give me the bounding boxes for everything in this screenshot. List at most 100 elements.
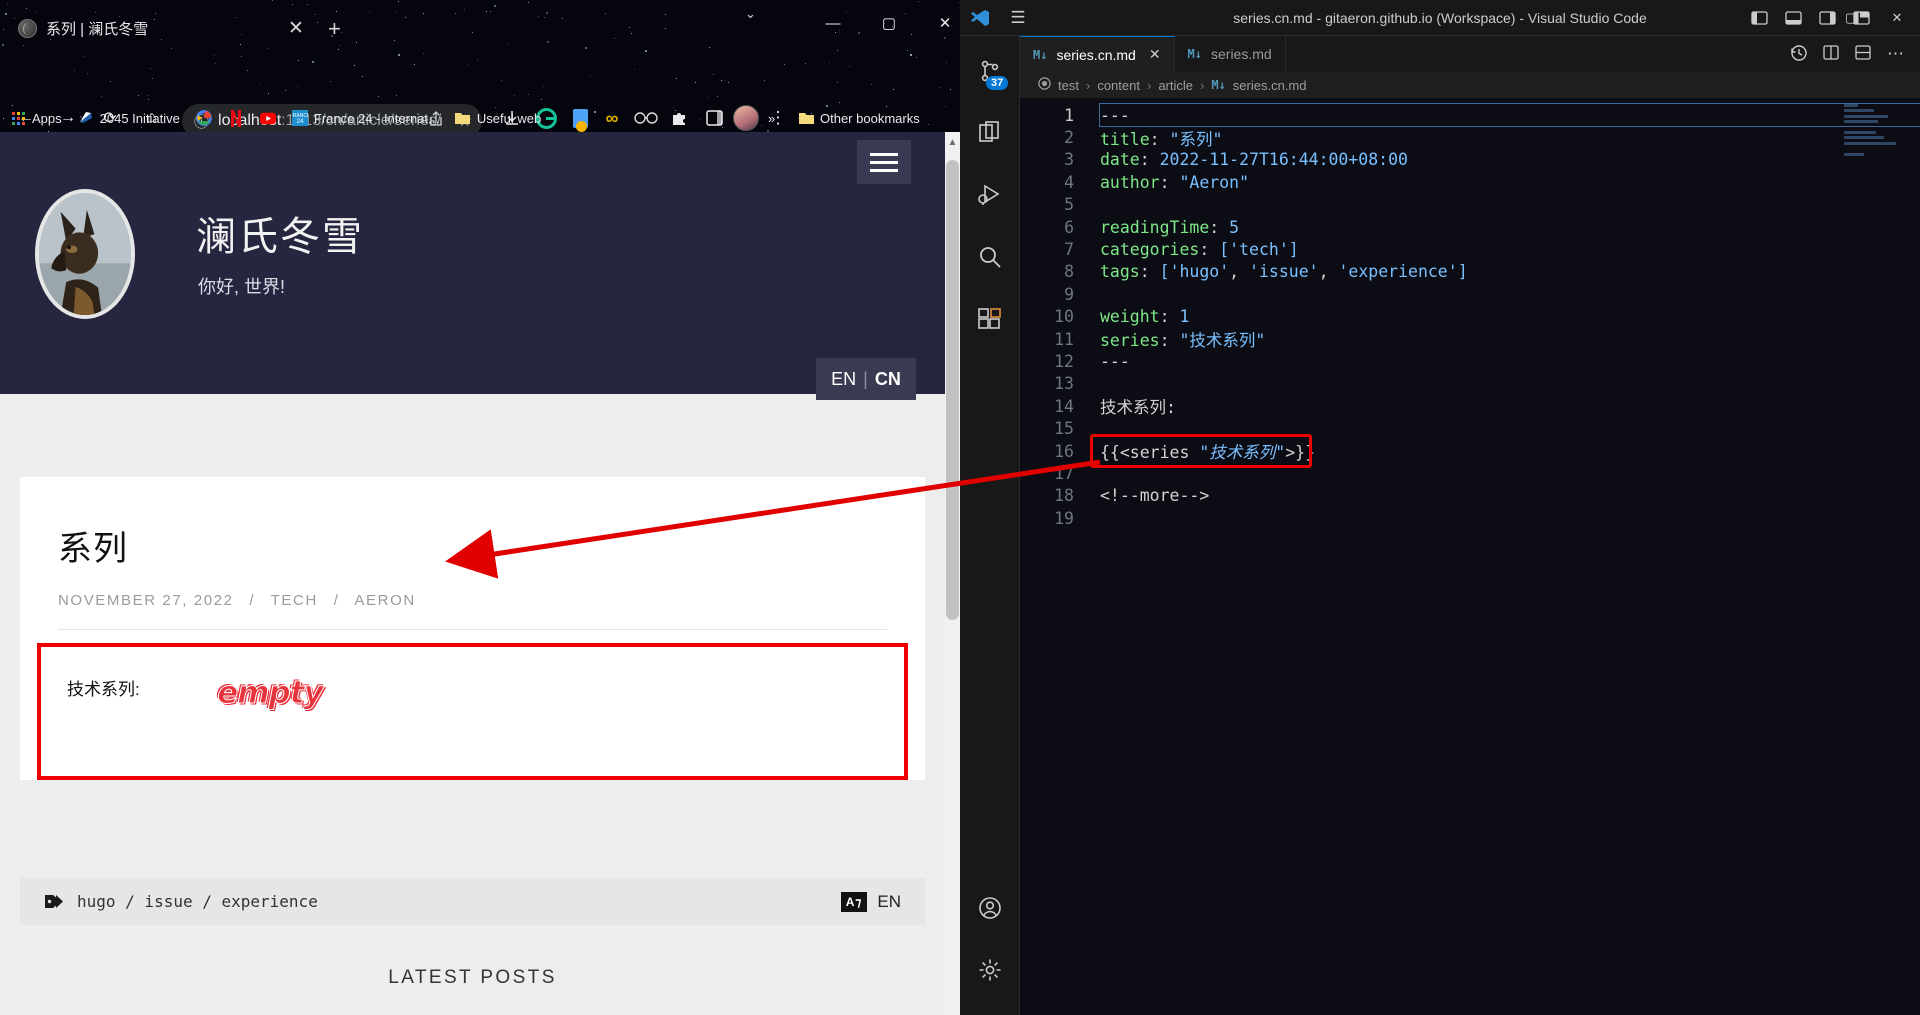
timeline-icon[interactable]	[1790, 44, 1807, 65]
breadcrumb: test › content › article › M↓ series.cn.…	[1020, 72, 1920, 98]
site-header: 澜氏冬雪 你好, 世界! EN | CN	[0, 132, 945, 400]
vscode-maximize-button[interactable]: ▢	[1828, 0, 1874, 36]
markdown-icon: M↓	[1033, 47, 1048, 62]
code-line[interactable]: 11 series: "技术系列"	[1020, 328, 1920, 351]
editor-tab-series-md[interactable]: M↓ series.md	[1174, 36, 1286, 72]
activity-source-control[interactable]: 37	[960, 40, 1019, 102]
code-line-text: tags: ['hugo', 'issue', 'experience']	[1100, 262, 1468, 282]
line-number: 1	[1064, 105, 1074, 125]
circle-icon	[1038, 77, 1051, 93]
editor-tab-bar: M↓ series.cn.md ✕ M↓ series.md ⋯	[1020, 36, 1920, 72]
france24-icon: FRANCE24	[291, 110, 308, 126]
markdown-icon: M↓	[1187, 47, 1202, 61]
bookmark-youtube[interactable]	[259, 110, 276, 126]
site-menu-button[interactable]	[857, 140, 911, 184]
code-line[interactable]: 18 <!--more-->	[1020, 485, 1920, 507]
code-line[interactable]: 13	[1020, 373, 1920, 395]
code-line[interactable]: 10 weight: 1	[1020, 306, 1920, 328]
split-editor-right-icon[interactable]	[1823, 44, 1839, 64]
code-line-text: categories: ['tech']	[1100, 240, 1299, 260]
more-actions-icon[interactable]: ⋯	[1887, 44, 1904, 64]
vscode-body: 37 M↓ series.cn.md ✕ M↓ series.md ⋯ test…	[960, 36, 1920, 1015]
lang-cn[interactable]: CN	[875, 369, 901, 390]
breadcrumb-item-content[interactable]: content	[1097, 78, 1140, 93]
code-line-text: readingTime: 5	[1100, 217, 1240, 237]
post-category[interactable]: TECH	[271, 592, 318, 609]
current-line-highlight	[1099, 102, 1920, 128]
post-date: NOVEMBER 27, 2022	[58, 592, 234, 609]
code-line[interactable]: 8 tags: ['hugo', 'issue', 'experience']	[1020, 261, 1920, 283]
lang-en[interactable]: EN	[831, 369, 856, 390]
latest-posts-heading: LATEST POSTS	[388, 967, 557, 988]
bookmark-france24[interactable]: FRANCE24 France 24 - Internat...	[291, 110, 439, 126]
editor-scrollbar[interactable]	[1906, 98, 1920, 1015]
bookmark-2045-initiative[interactable]: 2045 Initiative	[78, 110, 180, 126]
activity-search[interactable]	[960, 226, 1019, 288]
footer-lang-en[interactable]: EN	[877, 892, 901, 912]
split-editor-down-icon[interactable]	[1855, 44, 1871, 64]
bookmark-other-bookmarks[interactable]: Other bookmarks	[798, 110, 920, 126]
bookmarks-overflow-button[interactable]: »	[768, 111, 775, 126]
tab-close-icon[interactable]: ✕	[288, 19, 304, 38]
tags-text[interactable]: hugo / issue / experience	[77, 892, 318, 911]
breadcrumb-item-article[interactable]: article	[1158, 78, 1193, 93]
bookmark-folder-useful-web[interactable]: Useful web	[455, 110, 541, 126]
scroll-up-arrow-icon[interactable]: ▲	[947, 137, 958, 148]
code-line[interactable]: 6 readingTime: 5	[1020, 216, 1920, 238]
post-tags: hugo / issue / experience	[44, 892, 318, 911]
breadcrumb-item-test[interactable]: test	[1058, 78, 1079, 93]
code-line[interactable]: 9	[1020, 283, 1920, 305]
folder-icon	[798, 110, 814, 126]
code-line[interactable]: 12 ---	[1020, 350, 1920, 372]
code-line[interactable]: 3 date: 2022-11-27T16:44:00+08:00	[1020, 149, 1920, 171]
editor-tab-close-icon[interactable]: ✕	[1149, 46, 1161, 63]
new-tab-button[interactable]: +	[328, 18, 341, 40]
window-minimize-button[interactable]: —	[810, 6, 856, 40]
window-maximize-button[interactable]: ▢	[866, 6, 912, 40]
bookmark-label: 2045 Initiative	[99, 110, 180, 126]
language-toggle[interactable]: EN | CN	[816, 358, 916, 400]
code-line[interactable]: 19	[1020, 507, 1920, 529]
google-icon	[195, 110, 212, 126]
activity-extensions[interactable]	[960, 288, 1019, 350]
code-editor[interactable]: 1 --- 2 title: "系列" 3 date: 2022-11-27T16:44:…	[1020, 98, 1920, 1015]
code-line[interactable]: 7 categories: ['tech']	[1020, 238, 1920, 260]
vscode-menu-icon[interactable]: ☰	[1000, 8, 1036, 28]
line-number: 7	[1064, 240, 1074, 260]
activity-settings-gear[interactable]	[960, 939, 1020, 1001]
tab-title: 系列 | 澜氏冬雪	[46, 20, 149, 38]
line-number: 12	[1054, 351, 1074, 371]
line-number: 6	[1064, 217, 1074, 237]
netflix-icon	[228, 109, 244, 127]
page-scrollbar-thumb[interactable]	[946, 160, 959, 620]
vscode-titlebar: ☰ series.cn.md - gitaeron.github.io (Wor…	[960, 0, 1920, 36]
activity-explorer[interactable]	[960, 102, 1019, 164]
browser-tab[interactable]: 系列 | 澜氏冬雪	[8, 8, 298, 48]
code-line[interactable]: 5	[1020, 194, 1920, 216]
page-subtitle: 你好, 世界!	[198, 277, 286, 297]
activity-accounts[interactable]	[960, 877, 1020, 939]
activity-bar-bottom	[960, 877, 1020, 1001]
code-line[interactable]: 14 技术系列:	[1020, 395, 1920, 418]
page-scrollbar[interactable]: ▲	[945, 132, 960, 1015]
breadcrumb-item-file[interactable]: series.cn.md	[1233, 78, 1307, 93]
meta-separator: /	[333, 592, 340, 609]
tag-icon	[45, 895, 63, 908]
line-number: 2	[1064, 128, 1074, 148]
tab-search-icon[interactable]: ⌄	[745, 6, 756, 22]
folder-icon	[455, 110, 471, 126]
bookmark-label: Other bookmarks	[820, 110, 920, 126]
bookmark-google[interactable]	[195, 110, 212, 126]
editor-tab-series-cn-md[interactable]: M↓ series.cn.md ✕	[1020, 36, 1175, 72]
bookmark-apps[interactable]: Apps	[10, 110, 62, 126]
code-line[interactable]: 4 author: "Aeron"	[1020, 171, 1920, 193]
vscode-close-button[interactable]: ✕	[1874, 0, 1920, 36]
editor-actions: ⋯	[1790, 36, 1920, 72]
code-line[interactable]: 2 title: "系列"	[1020, 126, 1920, 149]
post-language-switch[interactable]: A⁊ EN	[840, 891, 901, 912]
bookmark-netflix[interactable]	[228, 109, 244, 127]
line-number: 16	[1054, 441, 1074, 461]
window-close-button[interactable]: ✕	[922, 6, 960, 40]
activity-run-and-debug[interactable]	[960, 164, 1019, 226]
line-number: 8	[1064, 262, 1074, 282]
